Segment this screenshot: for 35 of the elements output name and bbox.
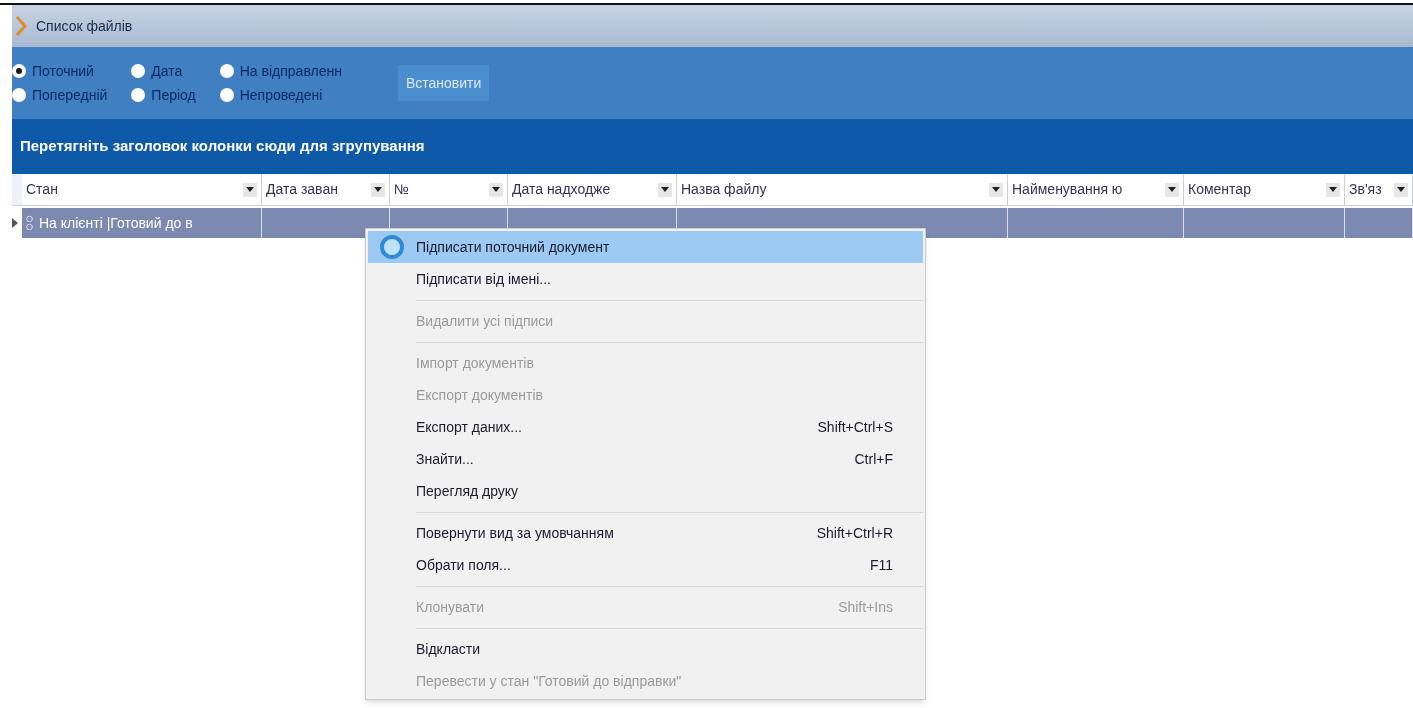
window-title: Список файлів xyxy=(36,16,133,36)
menu-item[interactable]: Перегляд друку xyxy=(368,475,923,507)
menu-item[interactable]: Експорт даних... Shift+Ctrl+S xyxy=(368,411,923,443)
group-hint: Перетягніть заголовок колонки сюди для згрупування xyxy=(20,136,425,157)
radio-label: Дата xyxy=(151,61,183,81)
menu-item[interactable]: Повернути вид за умовчанням Shift+Ctrl+R xyxy=(368,517,923,549)
column-header[interactable]: Коментар xyxy=(1184,174,1345,205)
radio-label: На відправленн xyxy=(239,61,342,81)
radio-button[interactable] xyxy=(219,88,234,102)
column-header[interactable]: Назва файлу xyxy=(677,174,1008,205)
table-cell: На клієнті |Готовий до в xyxy=(22,208,262,238)
radio-button[interactable] xyxy=(12,64,26,78)
menu-item[interactable]: Знайти... Ctrl+F xyxy=(368,443,923,475)
radio-label: Попередній xyxy=(32,85,108,105)
radio-label: Непроведені xyxy=(239,85,323,105)
radio-button[interactable] xyxy=(131,64,146,78)
radio-label: Період xyxy=(151,85,196,105)
menu-item[interactable]: Відкласти xyxy=(368,633,923,665)
menu-item[interactable]: Обрати поля... F11 xyxy=(368,549,923,581)
radio-button[interactable] xyxy=(131,88,146,102)
column-header[interactable]: Стан xyxy=(22,174,262,205)
column-header[interactable]: № xyxy=(390,174,508,205)
column-header[interactable]: Дата заван xyxy=(262,174,390,205)
status-icon xyxy=(26,215,33,231)
column-header[interactable]: Дата надходже xyxy=(508,174,677,205)
column-header[interactable]: Зв'яз xyxy=(1345,174,1413,205)
ring-icon xyxy=(379,234,405,260)
menu-item[interactable]: Підписати поточний документ xyxy=(368,231,923,263)
radio-label: Поточний xyxy=(32,61,94,81)
column-header[interactable]: Найменування ю xyxy=(1008,174,1184,205)
table-cell xyxy=(1345,208,1413,238)
radio-button[interactable] xyxy=(12,88,26,102)
chevron-icon xyxy=(16,15,28,37)
radio-button[interactable] xyxy=(219,64,234,78)
menu-item[interactable]: Підписати від імені... xyxy=(368,263,923,295)
